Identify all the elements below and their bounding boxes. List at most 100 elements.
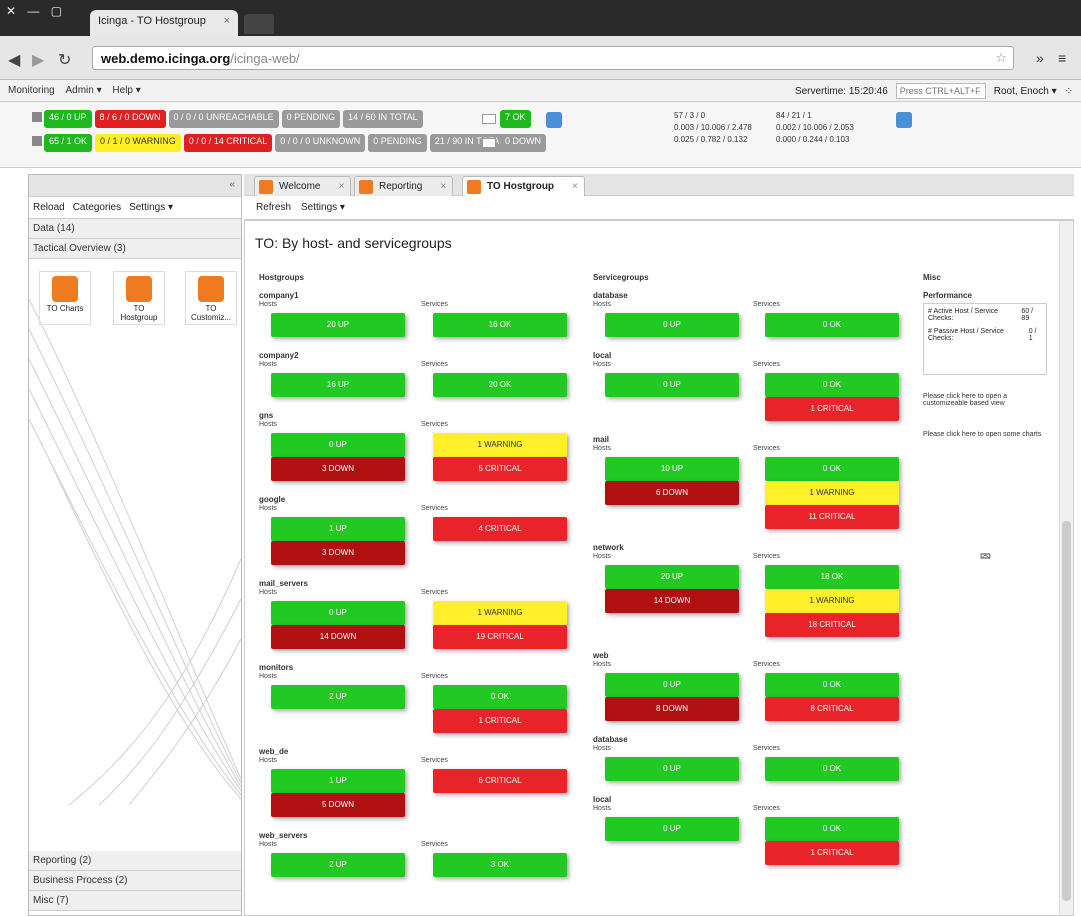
- new-tab-button[interactable]: [244, 14, 274, 34]
- reload-icon[interactable]: ↻: [58, 50, 71, 70]
- tab-welcome[interactable]: Welcome ×: [254, 176, 352, 196]
- host-status-box[interactable]: 3 DOWN: [271, 541, 405, 565]
- service-status-box[interactable]: 5 CRITICAL: [433, 457, 567, 481]
- service-status-box[interactable]: 1 WARNING: [433, 433, 567, 457]
- service-status-box[interactable]: 8 CRITICAL: [765, 697, 899, 721]
- browser-tab[interactable]: Icinga - TO Hostgroup ×: [90, 10, 238, 36]
- tile-to-charts[interactable]: TO Charts: [39, 271, 91, 325]
- accordion-business-process[interactable]: Business Process (2): [29, 871, 241, 891]
- menu-monitoring[interactable]: Monitoring: [8, 85, 55, 96]
- scrollbar[interactable]: [1059, 221, 1073, 915]
- service-status-box[interactable]: 0 OK: [765, 757, 899, 781]
- host-status-box[interactable]: 6 DOWN: [605, 481, 739, 505]
- close-icon[interactable]: ×: [572, 181, 578, 192]
- accordion-tactical-overview[interactable]: Tactical Overview (3): [29, 239, 241, 259]
- charts-link[interactable]: Please click here to open some charts: [923, 431, 1053, 438]
- host-status-box[interactable]: 0 UP: [271, 601, 405, 625]
- service-status-box[interactable]: 20 OK: [433, 373, 567, 397]
- bookmark-star-icon[interactable]: ☆: [995, 50, 1007, 66]
- host-status-box[interactable]: 14 DOWN: [271, 625, 405, 649]
- stats-refresh-icon[interactable]: [896, 112, 912, 128]
- tab-to-hostgroup[interactable]: TO Hostgroup ×: [462, 176, 585, 196]
- accordion-data[interactable]: Data (14): [29, 219, 241, 239]
- service-status-box[interactable]: 1 WARNING: [765, 589, 899, 613]
- service-toggle[interactable]: [482, 138, 496, 148]
- host-status-box[interactable]: 0 UP: [271, 433, 405, 457]
- host-pill[interactable]: 46 / 0 UP: [44, 110, 92, 128]
- service-pill[interactable]: 21 / 90 IN TOTAL: [429, 134, 510, 152]
- service-pill[interactable]: 0 / 1 / 0 WARNING: [95, 134, 181, 152]
- close-icon[interactable]: ×: [339, 181, 345, 192]
- host-status-box[interactable]: 3 DOWN: [271, 457, 405, 481]
- settings-button[interactable]: Settings ▾: [129, 202, 173, 213]
- service-status-box[interactable]: 0 OK: [765, 817, 899, 841]
- host-status-box[interactable]: 10 UP: [605, 457, 739, 481]
- service-status-box[interactable]: 16 OK: [433, 313, 567, 337]
- host-status-box[interactable]: 2 UP: [271, 853, 405, 877]
- service-status-box[interactable]: 0 OK: [765, 313, 899, 337]
- service-pill[interactable]: 65 / 1 OK: [44, 134, 93, 152]
- back-icon[interactable]: ◀: [8, 50, 20, 70]
- service-status-box[interactable]: 1 CRITICAL: [765, 841, 899, 865]
- service-status-box[interactable]: 1 CRITICAL: [433, 709, 567, 733]
- close-tab-icon[interactable]: ×: [224, 15, 230, 27]
- service-status-box[interactable]: 18 CRITICAL: [765, 613, 899, 637]
- mini-ok-pill[interactable]: 7 OK: [500, 110, 531, 128]
- host-pill[interactable]: 0 / 0 / 0 UNREACHABLE: [168, 110, 279, 128]
- menu-admin[interactable]: Admin ▾: [65, 85, 101, 96]
- host-status-box[interactable]: 0 UP: [605, 373, 739, 397]
- categories-button[interactable]: Categories: [73, 202, 121, 213]
- service-status-box[interactable]: 3 OK: [433, 853, 567, 877]
- service-pill[interactable]: 0 PENDING: [368, 134, 427, 152]
- host-status-box[interactable]: 5 DOWN: [271, 793, 405, 817]
- host-status-box[interactable]: 0 UP: [605, 817, 739, 841]
- service-status-box[interactable]: 4 CRITICAL: [433, 517, 567, 541]
- service-pill[interactable]: 0 / 0 / 14 CRITICAL: [183, 134, 273, 152]
- host-pill[interactable]: 8 / 6 / 0 DOWN: [94, 110, 166, 128]
- window-controls[interactable]: ✕ — ▢: [6, 4, 66, 18]
- tile-to-hostgroup[interactable]: TO Hostgroup: [113, 271, 165, 325]
- host-refresh-icon[interactable]: [546, 112, 562, 128]
- service-pill[interactable]: 0 / 0 / 0 UNKNOWN: [275, 134, 366, 152]
- forward-icon[interactable]: ▶: [32, 50, 44, 70]
- customize-view-link[interactable]: Please click here to open a customizeabl…: [923, 393, 1053, 407]
- collapse-icon[interactable]: «: [229, 179, 235, 190]
- tab-reporting[interactable]: Reporting ×: [354, 176, 454, 196]
- host-status-box[interactable]: 2 UP: [271, 685, 405, 709]
- host-status-box[interactable]: 8 DOWN: [605, 697, 739, 721]
- host-status-box[interactable]: 1 UP: [271, 769, 405, 793]
- menu-help[interactable]: Help ▾: [112, 85, 140, 96]
- accordion-misc[interactable]: Misc (7): [29, 891, 241, 911]
- host-status-box[interactable]: 16 UP: [271, 373, 405, 397]
- url-bar[interactable]: web.demo.icinga.org/icinga-web/ ☆: [92, 46, 1014, 70]
- refresh-button[interactable]: Refresh: [256, 202, 291, 213]
- service-status-box[interactable]: 0 OK: [765, 673, 899, 697]
- host-pill[interactable]: 0 PENDING: [281, 110, 341, 128]
- host-status-box[interactable]: 1 UP: [271, 517, 405, 541]
- host-pill[interactable]: 14 / 60 IN TOTAL: [343, 110, 423, 128]
- service-status-box[interactable]: 1 WARNING: [765, 481, 899, 505]
- user-menu[interactable]: Root, Enoch ▾: [994, 86, 1057, 97]
- service-status-box[interactable]: 19 CRITICAL: [433, 625, 567, 649]
- host-status-box[interactable]: 0 UP: [605, 757, 739, 781]
- host-status-box[interactable]: 14 DOWN: [605, 589, 739, 613]
- service-status-box[interactable]: 0 OK: [765, 457, 899, 481]
- host-status-box[interactable]: 0 UP: [605, 673, 739, 697]
- service-status-box[interactable]: 11 CRITICAL: [765, 505, 899, 529]
- scrollbar-thumb[interactable]: [1062, 521, 1071, 901]
- extensions-icon[interactable]: »: [1036, 50, 1044, 66]
- tile-to-customize[interactable]: TO Customiz...: [185, 271, 237, 325]
- settings-button[interactable]: Settings ▾: [301, 202, 345, 213]
- host-status-box[interactable]: 0 UP: [605, 313, 739, 337]
- service-status-box[interactable]: 0 OK: [433, 685, 567, 709]
- reload-button[interactable]: Reload: [33, 202, 65, 213]
- search-input[interactable]: [895, 83, 986, 99]
- service-status-box[interactable]: 1 CRITICAL: [765, 397, 899, 421]
- accordion-reporting[interactable]: Reporting (2): [29, 851, 241, 871]
- host-status-box[interactable]: 20 UP: [271, 313, 405, 337]
- host-toggle[interactable]: [482, 114, 496, 124]
- service-status-box[interactable]: 18 OK: [765, 565, 899, 589]
- close-icon[interactable]: ×: [440, 181, 446, 192]
- mini-down-pill[interactable]: 0 DOWN: [500, 134, 546, 152]
- host-status-box[interactable]: 20 UP: [605, 565, 739, 589]
